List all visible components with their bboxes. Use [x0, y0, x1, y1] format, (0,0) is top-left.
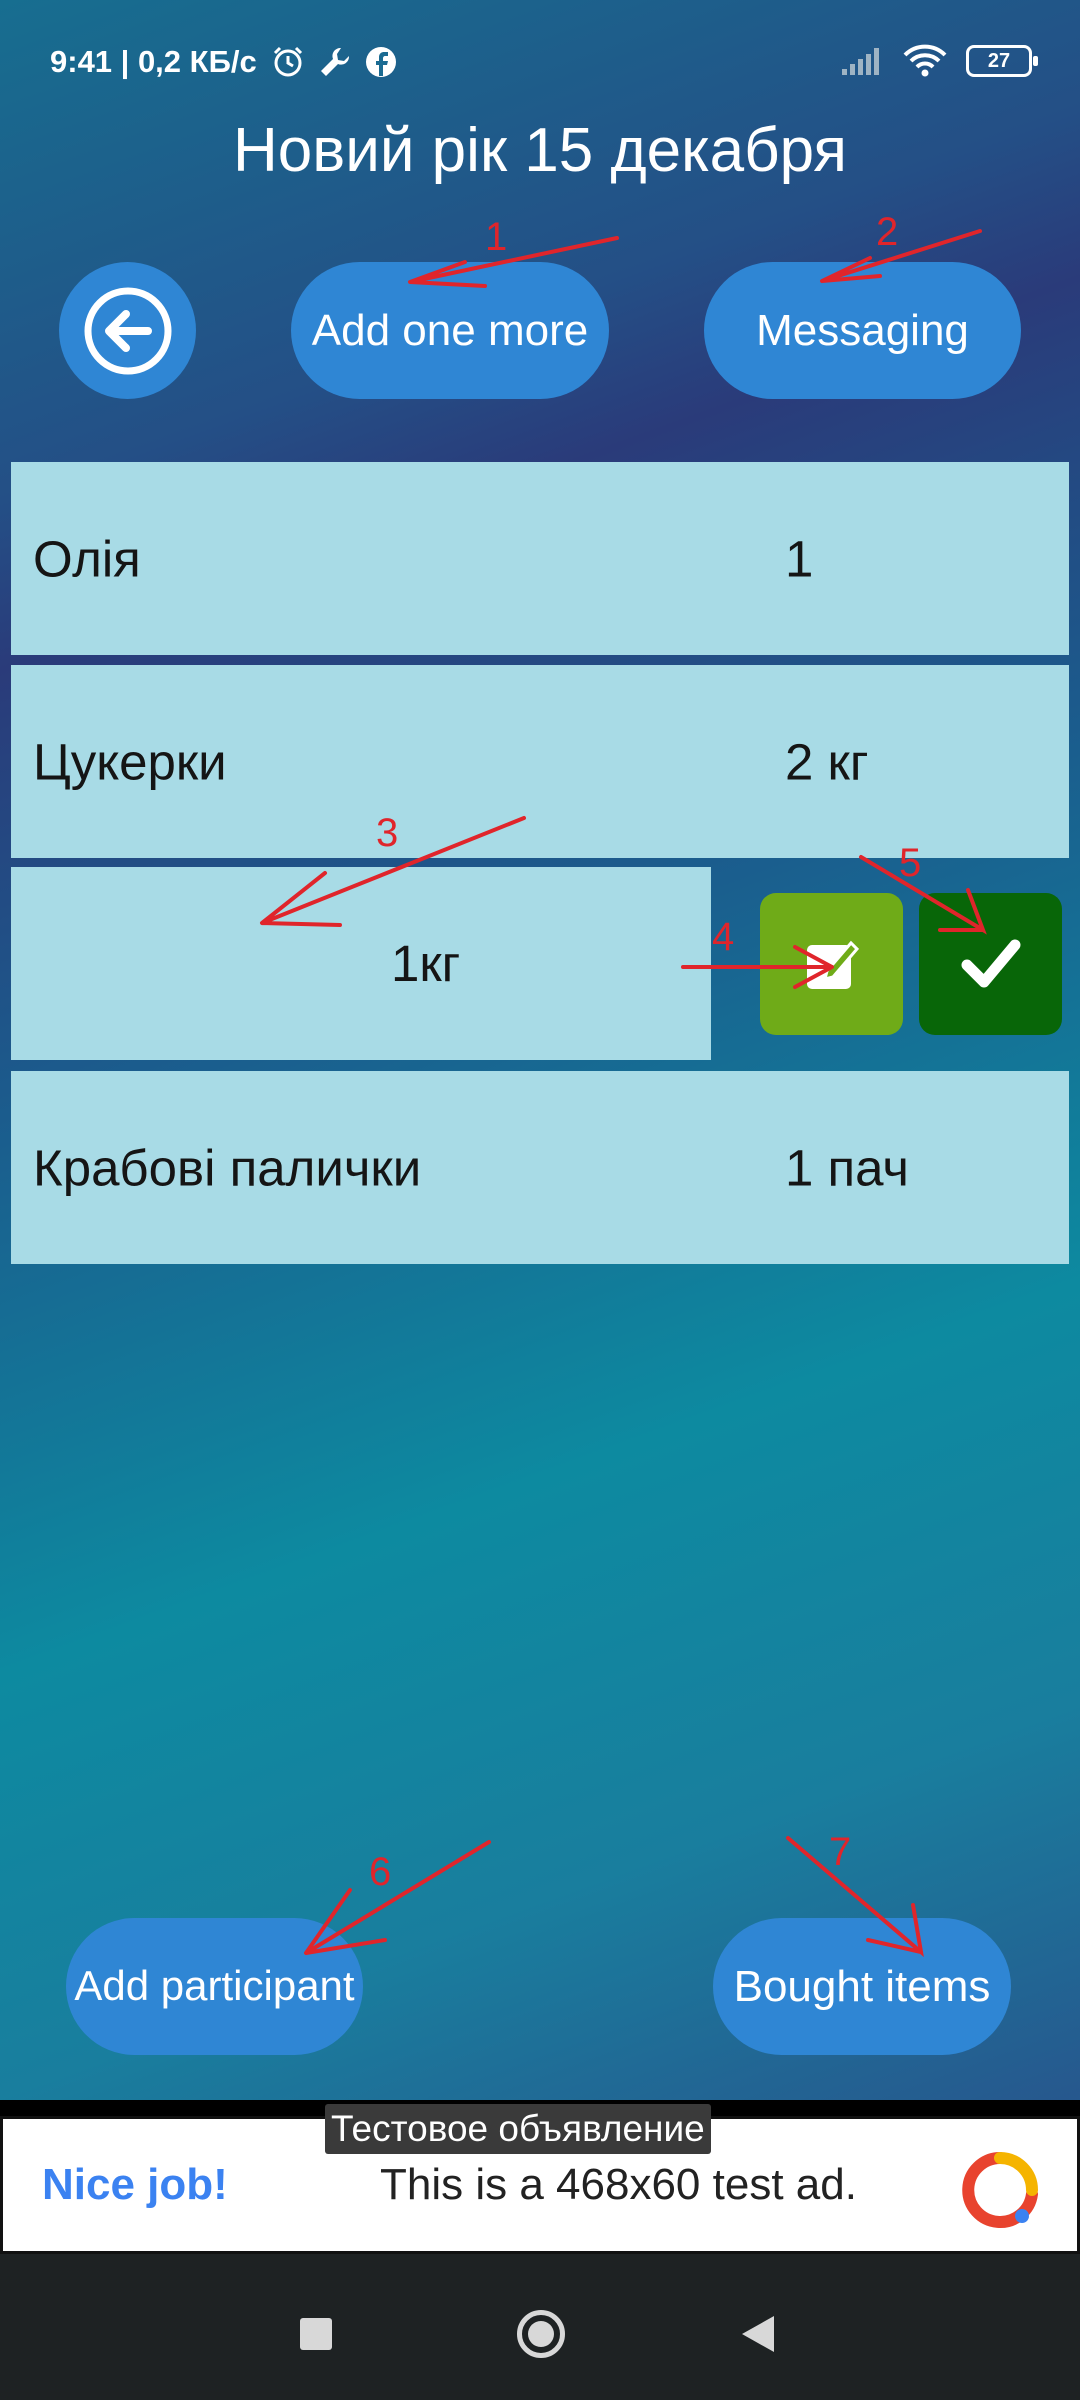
status-left: 9:41 | 0,2 КБ/с	[50, 44, 397, 80]
item-name: Олія	[33, 530, 141, 587]
item-qty-input[interactable]	[391, 867, 711, 1060]
item-qty: 1 пач	[785, 1139, 909, 1196]
checkmark-icon	[961, 939, 1020, 988]
annotation-number: 6	[369, 1850, 391, 1894]
add-one-more-button[interactable]: Add one more	[291, 262, 609, 399]
edit-button[interactable]	[760, 893, 903, 1035]
facebook-icon	[365, 47, 396, 77]
status-bar: 9:41 | 0,2 КБ/с 27	[0, 0, 1080, 130]
bought-items-button[interactable]: Bought items	[713, 1918, 1011, 2055]
battery-icon: 27	[966, 45, 1038, 77]
messaging-button[interactable]: Messaging	[704, 262, 1021, 399]
ad-logo-icon[interactable]	[960, 2150, 1040, 2230]
status-right: 27	[840, 44, 1038, 78]
back-arrow-icon	[84, 287, 171, 374]
home-icon[interactable]	[517, 2310, 565, 2358]
status-time-speed: 9:41 | 0,2 КБ/с	[50, 44, 257, 79]
ad-label: Тестовое объявление	[325, 2104, 711, 2154]
annotation-number: 4	[712, 915, 734, 959]
ad-text[interactable]: This is a 468x60 test ad.	[380, 2160, 857, 2210]
signal-icon	[842, 48, 879, 75]
edit-item-row	[11, 867, 711, 1060]
item-name-input[interactable]	[11, 867, 391, 1060]
back-button[interactable]	[59, 262, 196, 399]
edit-icon	[806, 940, 859, 989]
wrench-icon	[320, 47, 349, 76]
list-item[interactable]: Крабові палички 1 пач	[11, 1071, 1069, 1264]
item-name: Крабові палички	[33, 1139, 422, 1196]
add-participant-button[interactable]: Add participant	[66, 1918, 363, 2055]
item-qty: 1	[785, 530, 814, 587]
nav-back-icon[interactable]	[742, 2316, 774, 2352]
item-name: Цукерки	[33, 733, 227, 790]
list-item[interactable]: Цукерки 2 кг	[11, 665, 1069, 858]
annotation-number: 2	[876, 210, 898, 254]
page-title: Новий рік 15 декабря	[233, 116, 847, 185]
item-qty: 2 кг	[785, 733, 869, 790]
annotation-number: 7	[829, 1830, 851, 1874]
confirm-button[interactable]	[919, 893, 1062, 1035]
ad-headline[interactable]: Nice job!	[42, 2160, 228, 2210]
recents-icon[interactable]	[300, 2318, 332, 2350]
alarm-icon	[273, 46, 302, 77]
annotation-number: 1	[485, 215, 507, 259]
list-item[interactable]: Олія 1	[11, 462, 1069, 655]
wifi-icon	[903, 44, 947, 77]
